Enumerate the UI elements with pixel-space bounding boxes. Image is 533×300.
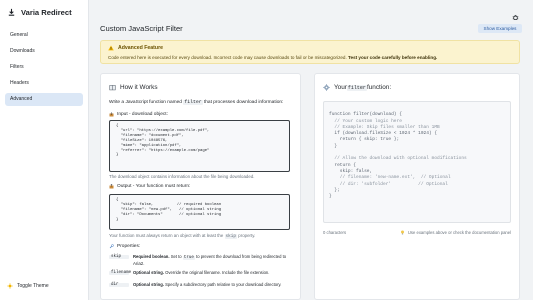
lightbulb-icon (400, 230, 404, 235)
warning-title: Advanced Feature (108, 45, 163, 51)
code-line: }; (329, 187, 340, 193)
input-heading: Input - download object: (109, 112, 168, 117)
warning-text: Code entered here is executed for every … (108, 55, 437, 60)
property-desc: Optional string. Override the original f… (133, 270, 269, 275)
editor-title-end: function: (366, 84, 392, 91)
sidebar-item-filters[interactable]: Filters (5, 61, 83, 74)
book-icon (109, 85, 116, 91)
sidebar-item-general[interactable]: General (5, 29, 83, 42)
code-line: skip: false, (329, 168, 373, 174)
output-note-code: skip (224, 234, 238, 239)
warning-title-text: Advanced Feature (118, 45, 163, 51)
editor-hint: Use examples above or check the document… (400, 230, 511, 235)
filter-code-editor[interactable]: function filter(download) { // Your cust… (323, 101, 511, 223)
character-count: 0 characters (323, 230, 347, 235)
property-dir: dir Optional string. Specify a subdirect… (109, 282, 281, 287)
property-desc: Optional string. Specify a subdirectory … (133, 282, 281, 287)
sidebar-item-headers[interactable]: Headers (5, 77, 83, 90)
how-it-works-heading: How it Works (109, 84, 158, 91)
code-line: return { skip: true }; (329, 137, 400, 143)
how-it-works-card: How it Works Write a JavaScript function… (100, 73, 301, 300)
code-line: // dir: 'subfolder' // Optional (329, 181, 448, 187)
app-title: Varia Redirect (21, 7, 72, 17)
property-desc: Required boolean. Set to true to prevent… (133, 254, 286, 260)
property-desc-text: Override the original filename. Include … (163, 270, 270, 275)
property-strong: Optional string. (133, 282, 164, 287)
inbox-icon (109, 112, 114, 117)
code-line: // Example: Skip files smaller than 1MB (329, 124, 440, 130)
filter-editor-card: Your filter function: function filter(do… (314, 73, 520, 300)
warning-body: Code entered here is executed for every … (108, 55, 347, 60)
filter-editor-heading: Your filter function: (323, 84, 391, 91)
property-strong: Required boolean. (133, 254, 170, 259)
property-name: dir (109, 282, 129, 287)
gear-icon (323, 84, 330, 91)
editor-hint-text: Use examples above or check the document… (407, 230, 511, 235)
property-desc-text: Set to (169, 254, 183, 259)
property-desc-end: to prevent the download from being redir… (194, 254, 287, 259)
download-logo-icon (8, 8, 15, 16)
how-it-works-title: How it Works (120, 84, 158, 91)
code-line: } (329, 143, 338, 149)
bug-icon[interactable] (512, 14, 519, 21)
output-note-end: property. (237, 233, 256, 238)
code-line: if (download.fileSize < 1024 * 1024) { (329, 131, 438, 137)
intro-text: Write a JavaScript function named (109, 100, 184, 105)
toggle-theme-label: Toggle Theme (17, 283, 49, 289)
warning-banner: Advanced Feature Code entered here is ex… (100, 40, 520, 64)
input-note: The download object contains information… (109, 174, 255, 179)
wrench-icon (109, 244, 114, 249)
sun-icon (7, 283, 13, 289)
code-line: return { (329, 162, 357, 168)
outbox-icon (109, 184, 114, 189)
sidebar-nav: General Downloads Filters Headers Advanc… (0, 29, 88, 106)
input-title: Input - download object: (117, 112, 168, 117)
brand: Varia Redirect (0, 1, 88, 23)
show-examples-button[interactable]: Show Examples (478, 24, 522, 33)
intro-code: filter (183, 100, 203, 105)
warning-icon (108, 45, 114, 51)
main-content: Custom JavaScript Filter Show Examples A… (90, 0, 533, 300)
output-title: Output - Your function must return: (117, 184, 191, 189)
properties-heading: Properties: (109, 244, 140, 249)
property-skip-line2: Aria2. (133, 261, 145, 266)
toggle-theme-button[interactable]: Toggle Theme (7, 283, 49, 289)
property-skip: skip Required boolean. Set to true to pr… (109, 254, 286, 260)
intro-text-end: that processes download information: (202, 100, 284, 105)
property-name: skip (109, 255, 129, 259)
property-strong: Optional string. (133, 270, 164, 275)
how-intro: Write a JavaScript function named filter… (109, 100, 283, 105)
code-line: } (329, 194, 332, 200)
output-note: Your function must always return an obje… (109, 233, 255, 239)
output-note-text: Your function must always return an obje… (109, 233, 225, 238)
code-line: // Your custom logic here (329, 118, 402, 124)
input-code-block: { "url": "https://example.com/file.pdf",… (109, 120, 290, 172)
code-line: function filter(download) { (329, 112, 402, 118)
page-title: Custom JavaScript Filter (100, 24, 183, 33)
property-name: filename (109, 270, 132, 275)
properties-title: Properties: (117, 244, 141, 249)
sidebar-item-advanced[interactable]: Advanced (5, 93, 83, 106)
warning-emphasis: Test your code carefully before enabling… (348, 55, 438, 60)
sidebar-item-downloads[interactable]: Downloads (5, 45, 83, 58)
code-line: // Allow the download with optional modi… (329, 156, 467, 162)
sidebar: Varia Redirect General Downloads Filters… (0, 0, 89, 300)
property-desc-text: Specify a subdirectory path relative to … (163, 282, 282, 287)
property-desc-code: true (182, 256, 195, 260)
code-line: // filename: 'new-name.ext', // Optional (329, 175, 451, 181)
editor-title: Your (334, 84, 347, 91)
output-heading: Output - Your function must return: (109, 184, 190, 189)
property-filename: filename Optional string. Override the o… (109, 270, 269, 275)
output-code-block: { "skip": false, // required boolean "fi… (109, 194, 290, 230)
editor-title-code: filter (346, 84, 367, 91)
